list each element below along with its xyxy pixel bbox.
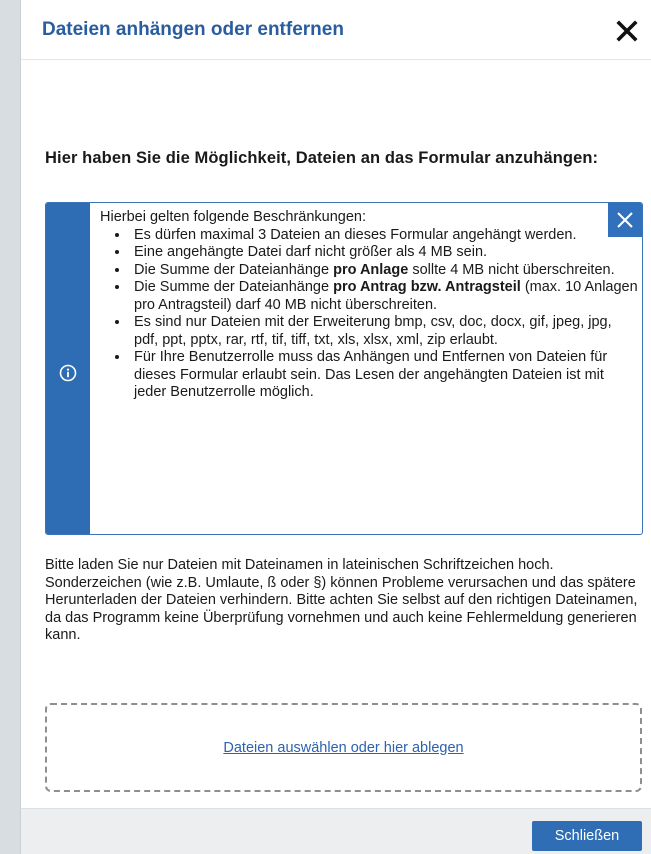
info-content: Hierbei gelten folgende Beschränkungen: … bbox=[100, 209, 638, 402]
file-dropzone[interactable]: Dateien auswählen oder hier ablegen bbox=[45, 703, 642, 792]
restrictions-list: Es dürfen maximal 3 Dateien an dieses Fo… bbox=[100, 227, 638, 402]
list-item: Es sind nur Dateien mit der Erweiterung … bbox=[130, 314, 638, 349]
list-item-text: sollte 4 MB nicht überschreiten. bbox=[408, 261, 615, 278]
info-icon bbox=[58, 363, 78, 383]
dialog-footer: Schließen bbox=[21, 808, 651, 854]
list-item-text: Die Summe der Dateianhänge bbox=[134, 279, 334, 295]
intro-heading: Hier haben Sie die Möglichkeit, Dateien … bbox=[45, 149, 599, 167]
dialog-header: Dateien anhängen oder entfernen bbox=[21, 0, 651, 60]
info-box: Hierbei gelten folgende Beschränkungen: … bbox=[45, 202, 643, 535]
close-button[interactable]: Schließen bbox=[532, 821, 642, 851]
list-item-emphasis: pro Antrag bzw. Antragsteil bbox=[333, 279, 521, 295]
info-sidebar bbox=[46, 203, 90, 534]
list-item-emphasis: pro Anlage bbox=[333, 261, 409, 278]
attachment-dialog: Dateien anhängen oder entfernen Hier hab… bbox=[20, 0, 651, 854]
filename-note: Bitte laden Sie nur Dateien mit Dateinam… bbox=[45, 557, 638, 643]
close-icon[interactable] bbox=[611, 12, 643, 48]
list-item: Es dürfen maximal 3 Dateien an dieses Fo… bbox=[130, 227, 638, 245]
info-lead: Hierbei gelten folgende Beschränkungen: bbox=[100, 209, 367, 225]
list-item: Eine angehängte Datei darf nicht größer … bbox=[130, 244, 638, 262]
dialog-title: Dateien anhängen oder entfernen bbox=[42, 19, 344, 40]
list-item-text: Die Summe der Dateianhänge bbox=[134, 261, 334, 278]
list-item: Die Summe der Dateianhänge pro Antrag bz… bbox=[130, 279, 638, 314]
select-files-link[interactable]: Dateien auswählen oder hier ablegen bbox=[223, 740, 463, 756]
list-item: Für Ihre Benutzerrolle muss das Anhängen… bbox=[130, 349, 638, 402]
list-item: Die Summe der Dateianhänge pro Anlage so… bbox=[130, 262, 638, 280]
